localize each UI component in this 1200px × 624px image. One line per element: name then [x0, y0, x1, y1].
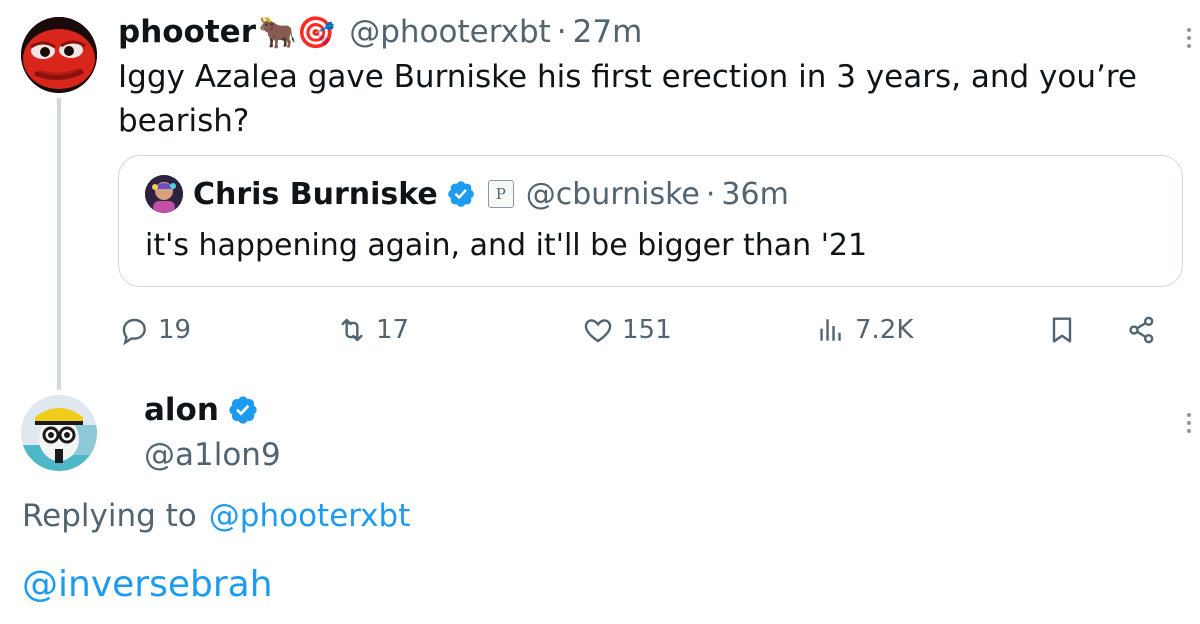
like-button[interactable]: 151 — [582, 308, 672, 352]
heart-icon — [584, 319, 612, 343]
reply-mention-link[interactable]: @inversebrah — [22, 560, 273, 608]
replying-to-link[interactable]: @phooterxbt — [209, 498, 411, 534]
analytics-icon — [820, 319, 841, 341]
quoted-tweet-card[interactable]: Chris Burniske P @cburniske · 36m it's h… — [118, 155, 1183, 287]
separator-dot: · — [556, 14, 567, 50]
more-dots-icon[interactable] — [1186, 28, 1192, 48]
reply-author-name[interactable]: alon — [144, 392, 219, 428]
views-button[interactable]: 7.2K — [815, 308, 913, 352]
bookmark-icon — [1052, 317, 1072, 343]
quoted-tweet-header: Chris Burniske P @cburniske · 36m — [145, 174, 789, 214]
quoted-author-handle: @cburniske — [525, 176, 700, 212]
reply-count: 19 — [158, 315, 192, 345]
affiliate-badge-icon: P — [487, 180, 514, 208]
views-count: 7.2K — [855, 315, 914, 345]
replying-to-label: Replying to — [22, 498, 197, 534]
avatar-alon[interactable] — [21, 395, 97, 471]
like-count: 151 — [622, 315, 672, 345]
avatar-phooter[interactable] — [21, 17, 97, 93]
share-button[interactable] — [1126, 308, 1166, 352]
author-handle[interactable]: @phooterxbt — [349, 14, 551, 50]
retweet-icon — [341, 318, 363, 342]
replying-to-line: Replying to @phooterxbt — [22, 494, 410, 538]
quoted-author-name: Chris Burniske — [193, 176, 438, 212]
tweet-header: phooter 🐂🎯 @phooterxbt · 27m — [118, 10, 642, 54]
thread-connector-line — [57, 98, 61, 390]
separator-dot: · — [705, 176, 716, 212]
quoted-tweet-timestamp: 36m — [721, 176, 789, 212]
avatar-chris-burniske — [145, 175, 183, 213]
avatar-alon-image — [21, 395, 97, 471]
reply-author-handle[interactable]: @a1lon9 — [144, 433, 281, 477]
avatar-phooter-image — [21, 17, 97, 93]
author-emojis: 🐂🎯 — [258, 14, 336, 51]
reply-button[interactable]: 19 — [118, 308, 191, 352]
quoted-tweet-text: it's happening again, and it'll be bigge… — [145, 228, 868, 263]
retweet-count: 17 — [376, 315, 410, 345]
bookmark-button[interactable] — [1046, 308, 1086, 352]
verified-badge-icon — [447, 181, 474, 207]
comment-icon — [122, 318, 146, 346]
share-icon — [1129, 316, 1154, 344]
author-name[interactable]: phooter — [118, 14, 256, 50]
tweet-timestamp[interactable]: 27m — [573, 14, 643, 50]
tweet-text: Iggy Azalea gave Burniske his first erec… — [118, 59, 1137, 139]
more-dots-icon[interactable] — [1186, 413, 1192, 433]
retweet-button[interactable]: 17 — [336, 308, 409, 352]
reply-author-name-row: alon — [144, 388, 259, 432]
verified-badge-icon — [229, 396, 257, 424]
